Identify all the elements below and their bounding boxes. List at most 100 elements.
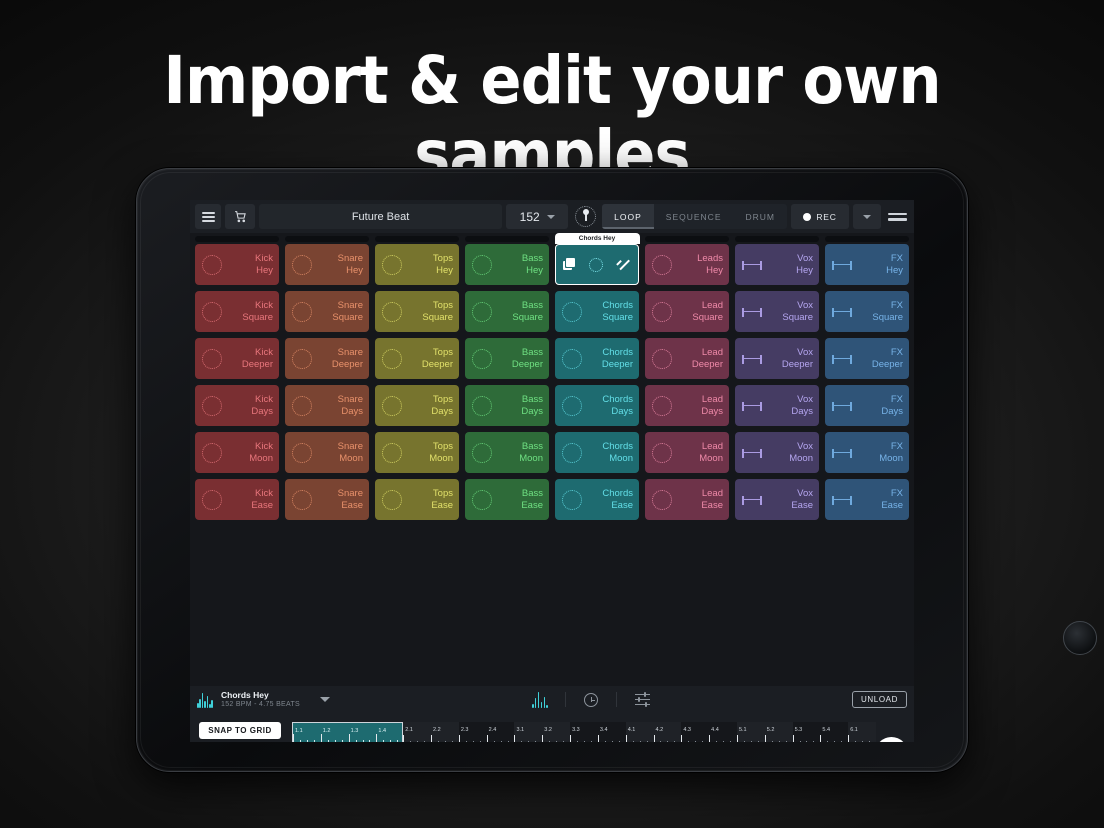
- ruler-subtick: [410, 741, 412, 742]
- bar-icon: [831, 348, 853, 370]
- pad-kick-hey[interactable]: Kick Hey: [195, 244, 279, 285]
- pad-fx-days[interactable]: FX Days: [825, 385, 909, 426]
- pad-tops-square[interactable]: Tops Square: [375, 291, 459, 332]
- pad-vox-ease[interactable]: Vox Ease: [735, 479, 819, 520]
- timeline-ruler[interactable]: 1.1 1.2 1.3 1.4 2.1 2.2 2.3 2.4 3.1 3.2 3.3 3.4 4.1 4…: [292, 722, 876, 742]
- pad-leads-hey[interactable]: Leads Hey: [645, 244, 729, 285]
- pad-label: FX Hey: [886, 253, 903, 276]
- column-header-kick: [195, 236, 279, 242]
- pad-kick-square[interactable]: Kick Square: [195, 291, 279, 332]
- pad-chords-deeper[interactable]: Chords Deeper: [555, 338, 639, 379]
- project-title[interactable]: Future Beat: [259, 204, 503, 229]
- ruler-subtick: [313, 740, 315, 742]
- pad-label: Bass Deeper: [511, 347, 543, 370]
- ruler-subtick: [584, 741, 585, 742]
- pad-tops-deeper[interactable]: Tops Deeper: [375, 338, 459, 379]
- waveform-panel[interactable]: 1.1 1.2 1.3 1.4 2.1 2.2 2.3 2.4 3.1 3.2 3.3 3.4 4.1 4…: [290, 713, 876, 742]
- pad-bass-deeper[interactable]: Bass Deeper: [465, 338, 549, 379]
- pad-chords-ease[interactable]: Chords Ease: [555, 479, 639, 520]
- pad-bass-days[interactable]: Bass Days: [465, 385, 549, 426]
- pad-label: FX Square: [872, 300, 903, 323]
- pad-fx-ease[interactable]: FX Ease: [825, 479, 909, 520]
- pad-snare-ease[interactable]: Snare Ease: [285, 479, 369, 520]
- pad-lead-ease[interactable]: Lead Ease: [645, 479, 729, 520]
- waveform-tool-button[interactable]: [523, 691, 557, 708]
- tab-loop[interactable]: LOOP: [602, 204, 654, 229]
- pad-bass-square[interactable]: Bass Square: [465, 291, 549, 332]
- ruler-subtick: [451, 741, 453, 742]
- pad-kick-days[interactable]: Kick Days: [195, 385, 279, 426]
- pad-fx-hey[interactable]: FX Hey: [825, 244, 909, 285]
- master-button[interactable]: [885, 212, 909, 221]
- store-button[interactable]: [225, 204, 255, 229]
- bar-icon: [831, 301, 853, 323]
- edit-button[interactable]: [875, 737, 908, 742]
- circle-icon[interactable]: [589, 257, 604, 272]
- pad-tops-hey[interactable]: Tops Hey: [375, 244, 459, 285]
- sample-info[interactable]: Chords Hey 152 BPM - 4.75 BEATS: [221, 690, 300, 710]
- sliders-icon: [634, 692, 650, 708]
- pad-vox-days[interactable]: Vox Days: [735, 385, 819, 426]
- pad-kick-deeper[interactable]: Kick Deeper: [195, 338, 279, 379]
- pad-chords-days[interactable]: Chords Days: [555, 385, 639, 426]
- pad-snare-square[interactable]: Snare Square: [285, 291, 369, 332]
- pad-fx-moon[interactable]: FX Moon: [825, 432, 909, 473]
- sample-dropdown-icon[interactable]: [320, 697, 331, 702]
- pad-snare-hey[interactable]: Snare Hey: [285, 244, 369, 285]
- pad-vox-square[interactable]: Vox Square: [735, 291, 819, 332]
- ruler-subtick: [327, 740, 329, 742]
- pad-bass-moon[interactable]: Bass Moon: [465, 432, 549, 473]
- ruler-label: 2.4: [488, 727, 497, 733]
- settings-tool-button[interactable]: [625, 692, 659, 708]
- circle-icon: [381, 442, 403, 464]
- pad-chords-square[interactable]: Chords Square: [555, 291, 639, 332]
- pad-snare-moon[interactable]: Snare Moon: [285, 432, 369, 473]
- bpm-selector[interactable]: 152: [506, 204, 569, 229]
- pad-tops-moon[interactable]: Tops Moon: [375, 432, 459, 473]
- pad-fx-square[interactable]: FX Square: [825, 291, 909, 332]
- timing-tool-button[interactable]: [574, 692, 608, 707]
- record-label: REC: [816, 211, 837, 222]
- swap-arrows-icon[interactable]: [617, 258, 631, 272]
- pad-vox-hey[interactable]: Vox Hey: [735, 244, 819, 285]
- ruler-tick: [736, 735, 738, 742]
- ruler-subtick: [465, 741, 467, 742]
- pad-snare-days[interactable]: Snare Days: [285, 385, 369, 426]
- pad-lead-days[interactable]: Lead Days: [645, 385, 729, 426]
- ruler-subtick: [674, 741, 676, 742]
- pad-bass-hey[interactable]: Bass Hey: [465, 244, 549, 285]
- home-button[interactable]: [1063, 621, 1097, 655]
- pad-label: Snare Days: [337, 394, 363, 417]
- pad-snare-deeper[interactable]: Snare Deeper: [285, 338, 369, 379]
- pad-vox-deeper[interactable]: Vox Deeper: [735, 338, 819, 379]
- record-button[interactable]: REC: [791, 204, 849, 229]
- record-options-button[interactable]: [853, 204, 881, 229]
- pad-tops-days[interactable]: Tops Days: [375, 385, 459, 426]
- pad-label: Vox Ease: [791, 488, 813, 511]
- ruler-selection[interactable]: 1.1 1.2 1.3 1.4: [292, 722, 404, 742]
- pad-vox-moon[interactable]: Vox Moon: [735, 432, 819, 473]
- pad-lead-moon[interactable]: Lead Moon: [645, 432, 729, 473]
- pad-tops-ease[interactable]: Tops Ease: [375, 479, 459, 520]
- pad-lead-deeper[interactable]: Lead Deeper: [645, 338, 729, 379]
- ruler-subtick: [757, 741, 759, 742]
- pad-kick-moon[interactable]: Kick Moon: [195, 432, 279, 473]
- tab-drum[interactable]: DRUM: [733, 204, 787, 229]
- copy-icon[interactable]: [562, 258, 576, 271]
- pad-bass-ease[interactable]: Bass Ease: [465, 479, 549, 520]
- circle-icon: [201, 395, 223, 417]
- pad-fx-deeper[interactable]: FX Deeper: [825, 338, 909, 379]
- pad-label: Bass Hey: [521, 253, 543, 276]
- tab-sequence[interactable]: SEQUENCE: [653, 204, 734, 229]
- pad-kick-ease[interactable]: Kick Ease: [195, 479, 279, 520]
- pad-chords-hey[interactable]: Chords Hey: [554, 233, 640, 285]
- unload-button[interactable]: UNLOAD: [852, 691, 907, 708]
- ruler-tick: [403, 735, 405, 742]
- snap-to-grid-button[interactable]: SNAP TO GRID: [199, 722, 281, 739]
- mode-tabs: LOOP SEQUENCE DRUM: [602, 204, 787, 229]
- metronome-button[interactable]: [572, 204, 598, 229]
- circle-icon: [561, 489, 583, 511]
- pad-lead-square[interactable]: Lead Square: [645, 291, 729, 332]
- pad-chords-moon[interactable]: Chords Moon: [555, 432, 639, 473]
- menu-button[interactable]: [195, 204, 221, 229]
